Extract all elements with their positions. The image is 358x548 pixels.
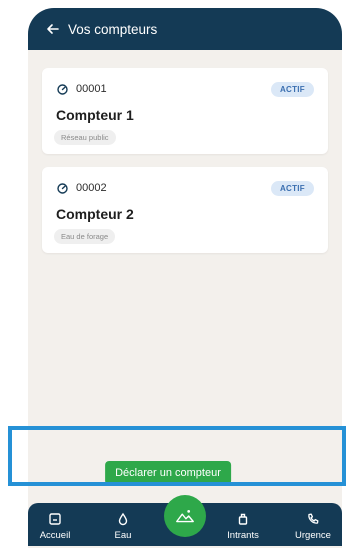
page-title: Vos compteurs — [68, 21, 158, 37]
phone-icon — [306, 512, 320, 526]
nav-label: Intrants — [227, 530, 259, 541]
nav-label: Eau — [114, 530, 132, 541]
app-header: Vos compteurs — [28, 8, 342, 50]
home-icon — [48, 512, 62, 526]
nav-item-urgence[interactable]: Urgence — [288, 503, 338, 546]
nav-item-accueil[interactable]: Accueil — [30, 503, 80, 546]
mountain-icon — [176, 510, 194, 523]
back-arrow-icon[interactable] — [46, 22, 60, 36]
meter-name: Compteur 1 — [56, 107, 134, 123]
status-badge: ACTIF — [270, 181, 314, 196]
water-source-tag: Réseau public — [54, 130, 116, 145]
water-source-tag: Eau de forage — [54, 229, 116, 244]
bottle-icon — [236, 512, 250, 526]
highlight-frame — [8, 426, 346, 486]
nav-label: Urgence — [295, 530, 331, 541]
meter-card-2[interactable]: 00002 ACTIF Compteur 2 Eau de forage — [42, 167, 328, 253]
water-drop-icon — [116, 512, 130, 526]
nav-label: Accueil — [39, 530, 71, 541]
status-badge: ACTIF — [270, 82, 314, 97]
meter-code: 00001 — [76, 83, 107, 95]
meter-card-1[interactable]: 00001 ACTIF Compteur 1 Réseau public — [42, 68, 328, 154]
meter-code: 00002 — [76, 182, 107, 194]
nav-item-intrants[interactable]: Intrants — [218, 503, 268, 546]
gauge-icon — [57, 182, 68, 194]
mountain-fab-button[interactable] — [164, 495, 206, 537]
gauge-icon — [57, 83, 68, 95]
nav-item-eau[interactable]: Eau — [98, 503, 148, 546]
meter-name: Compteur 2 — [56, 206, 134, 222]
